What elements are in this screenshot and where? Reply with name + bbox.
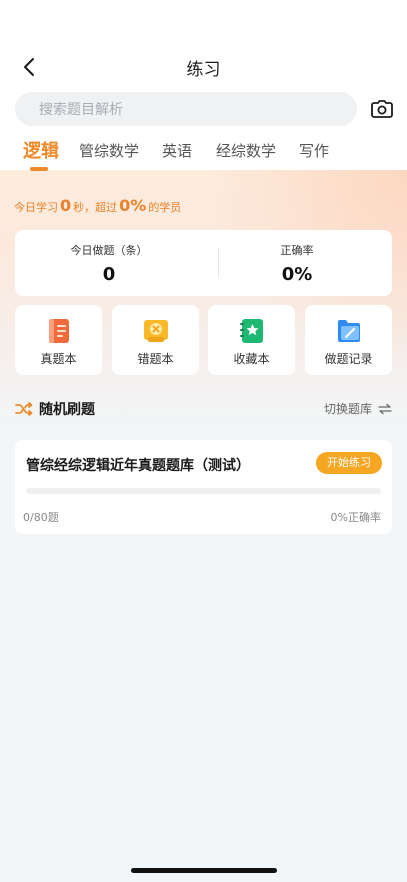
random-practice-header: 随机刷题 切换题库 <box>15 398 392 420</box>
tile-real-questions[interactable]: 真题本 <box>15 305 102 375</box>
stats-card: 今日做题（条） 0 正确率 0% <box>15 230 392 296</box>
question-bank-card[interactable]: 管综经综逻辑近年真题题库（测试） 开始练习 0/80题 0%正确率 <box>15 440 392 534</box>
tile-favorites-label: 收藏本 <box>233 352 270 366</box>
stat-rate-value: 0% <box>281 264 313 285</box>
tab-writing[interactable]: 写作 <box>299 140 329 161</box>
study-summary: 今日学习 0 秒，超过 0% 的学员 <box>14 196 181 215</box>
swap-arrows-icon <box>378 403 392 414</box>
tile-wrong-questions-label: 错题本 <box>137 352 174 366</box>
study-suffix: 的学员 <box>148 201 182 214</box>
notebook-icon <box>49 319 69 343</box>
study-seconds-unit: 秒，超过 <box>73 201 118 214</box>
feature-tiles: 真题本 错题本 收藏本 做题记录 <box>15 305 392 375</box>
tile-practice-record-label: 做题记录 <box>324 352 373 366</box>
subject-tabs: 逻辑 管综数学 英语 经综数学 写作 <box>0 140 407 176</box>
camera-button[interactable] <box>369 96 395 122</box>
wrong-questions-icon <box>144 320 168 342</box>
tab-management-math[interactable]: 管综数学 <box>79 140 139 161</box>
question-bank-title: 管综经综逻辑近年真题题库（测试） <box>26 458 250 474</box>
tab-economics-math[interactable]: 经综数学 <box>216 140 276 161</box>
stat-done: 今日做题（条） 0 <box>15 230 203 296</box>
tab-english[interactable]: 英语 <box>162 140 192 161</box>
study-prefix: 今日学习 <box>14 201 58 214</box>
random-practice-title: 随机刷题 <box>39 402 95 418</box>
page-title: 练习 <box>186 60 221 80</box>
tile-practice-record[interactable]: 做题记录 <box>305 305 392 375</box>
tab-indicator <box>30 167 48 171</box>
study-seconds: 0 <box>60 196 72 215</box>
tile-favorites[interactable]: 收藏本 <box>208 305 295 375</box>
nav-bar: 练习 <box>0 44 407 88</box>
stat-rate: 正确率 0% <box>203 230 391 296</box>
stat-rate-label: 正确率 <box>280 244 314 257</box>
camera-icon <box>371 100 393 118</box>
favorites-star-icon <box>240 319 263 343</box>
study-percent: 0% <box>119 196 147 215</box>
search-row: 搜索题目解析 <box>15 92 395 128</box>
tab-logic[interactable]: 逻辑 <box>23 137 59 163</box>
correct-rate: 0%正确率 <box>330 511 381 524</box>
question-count: 0/80题 <box>23 511 59 524</box>
shuffle-icon <box>15 402 33 416</box>
switch-bank-label: 切换题库 <box>323 402 372 416</box>
switch-bank-button[interactable]: 切换题库 <box>324 400 392 417</box>
progress-bar <box>26 488 381 494</box>
home-indicator <box>131 868 277 873</box>
tile-wrong-questions[interactable]: 错题本 <box>112 305 199 375</box>
start-practice-button[interactable]: 开始练习 <box>316 452 382 474</box>
search-placeholder: 搜索题目解析 <box>39 102 123 118</box>
record-folder-icon <box>338 320 360 342</box>
search-input[interactable]: 搜索题目解析 <box>15 92 357 126</box>
stat-done-value: 0 <box>102 264 116 285</box>
tile-real-questions-label: 真题本 <box>40 352 77 366</box>
stat-done-label: 今日做题（条） <box>70 244 148 257</box>
